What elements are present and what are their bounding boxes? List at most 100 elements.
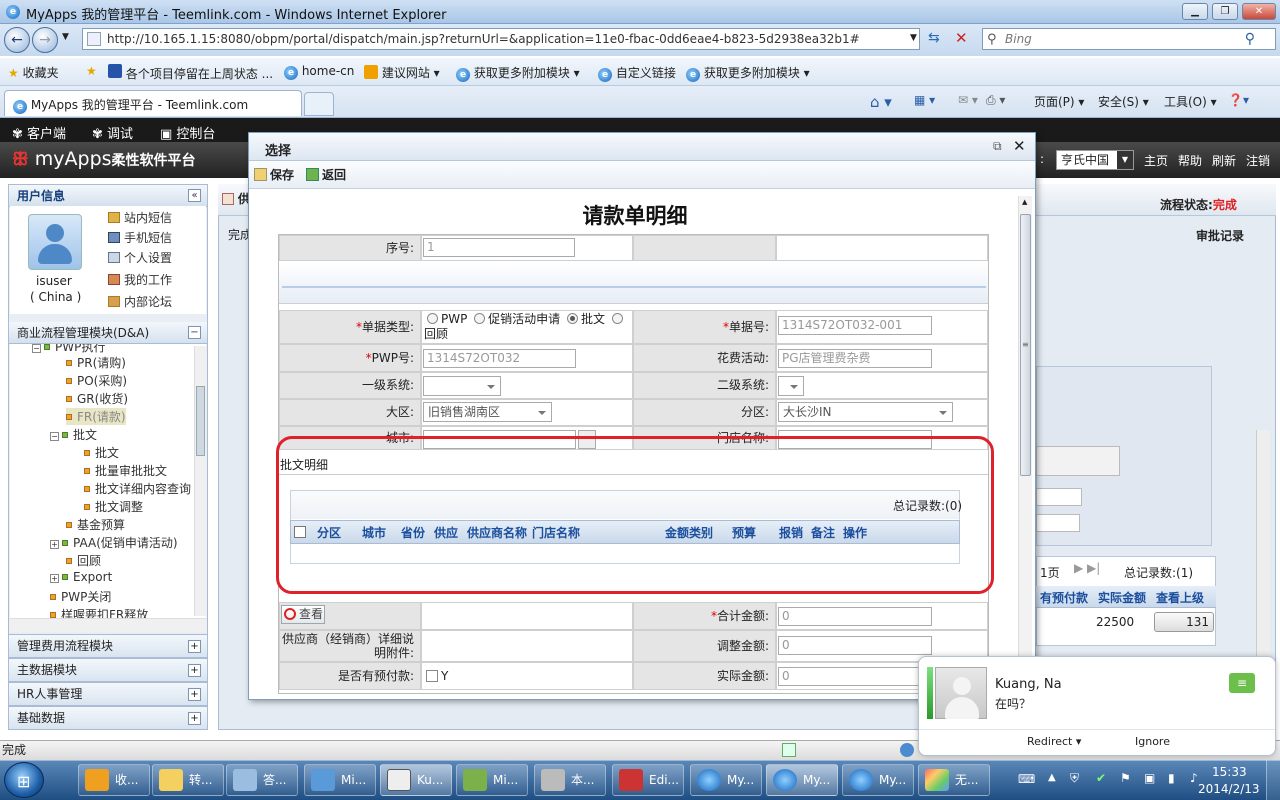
clock-time[interactable]: 15:33 [1212, 765, 1247, 779]
close-window-button[interactable]: ✕ [1242, 3, 1276, 20]
company-select[interactable]: 亨氏中国 ▼ [1056, 150, 1134, 170]
tree-node[interactable]: 批文详细内容查询 [84, 480, 191, 497]
link-forum[interactable]: 内部论坛 [108, 293, 172, 310]
expand-icon[interactable]: + [188, 664, 201, 677]
doc-no-input[interactable]: 1314S72OT032-001 [778, 316, 932, 335]
tree-node[interactable]: 批文调整 [84, 498, 143, 515]
ignore-button[interactable]: Ignore [1135, 735, 1170, 748]
adjust-input[interactable]: 0 [778, 636, 932, 655]
sys1-select[interactable] [423, 376, 501, 396]
radio-promo[interactable]: 促销活动申请 [471, 312, 560, 326]
favorite-link-home[interactable]: e home-cn [284, 64, 354, 80]
search-go-icon[interactable]: ⚲ [1245, 29, 1255, 49]
favorite-link-custom[interactable]: e 自定义链接 [598, 64, 676, 82]
bg-view-button[interactable]: 131 [1154, 612, 1214, 632]
link-my-work[interactable]: 我的工作 [108, 271, 172, 288]
tray-power-icon[interactable]: ▮ [1168, 771, 1175, 785]
tree-node[interactable]: PR(请购) [66, 354, 126, 371]
tree-node[interactable]: 批量审批批文 [84, 462, 167, 479]
tree-node[interactable]: 批文 [84, 444, 119, 461]
region-select[interactable]: 旧销售湖南区 [423, 402, 552, 422]
taskbar-item-ie2[interactable]: My... [766, 764, 838, 796]
address-bar[interactable]: http://10.165.1.15:8080/obpm/portal/disp… [82, 28, 920, 50]
module-master-data[interactable]: 主数据模块 + [8, 658, 208, 682]
browser-tab-active[interactable]: e MyApps 我的管理平台 - Teemlink.com [4, 90, 302, 116]
collapse-icon[interactable]: − [188, 326, 201, 339]
expand-icon[interactable]: + [188, 688, 201, 701]
back-button[interactable]: 返回 [306, 166, 346, 183]
tree-node[interactable]: 回顾 [66, 552, 101, 569]
tree-node[interactable]: PO(采购) [66, 372, 127, 389]
tree-node[interactable]: GR(收货) [66, 390, 128, 407]
header-link-refresh[interactable]: 刷新 [1212, 152, 1236, 169]
feeds-icon[interactable]: ▦ ▾ [914, 93, 935, 107]
favorite-link-addons[interactable]: e 获取更多附加模块 ▾ [456, 64, 580, 82]
menu-client[interactable]: ✾ 客户端 [12, 123, 66, 142]
tray-shield-icon[interactable]: ⛨ [1070, 771, 1079, 786]
add-favorite-icon[interactable]: ★ [86, 64, 97, 78]
district-select[interactable]: 大长沙IN [778, 402, 953, 422]
favorite-link-addons-2[interactable]: e 获取更多附加模块 ▾ [686, 64, 810, 82]
collapse-icon[interactable]: « [188, 189, 201, 202]
attachment-cell[interactable] [421, 630, 633, 662]
redirect-button[interactable]: Redirect ▾ [1027, 735, 1081, 748]
tree-node[interactable]: PWP关闭 [50, 588, 111, 605]
safety-menu[interactable]: 安全(S) ▾ [1098, 93, 1149, 110]
tree-node[interactable]: + Export [50, 570, 112, 584]
taskbar-item-ie1[interactable]: My... [690, 764, 762, 796]
radio-pwp[interactable]: PWP [424, 312, 467, 326]
help-icon[interactable]: ❓▾ [1228, 93, 1249, 107]
tray-check-icon[interactable]: ✔ [1096, 771, 1106, 785]
taskbar-item-ie3[interactable]: My... [842, 764, 914, 796]
main-tab[interactable]: 供 [222, 190, 250, 207]
sys2-select[interactable] [778, 376, 804, 396]
module-header-bpm[interactable]: 商业流程管理模块(D&A) − [9, 322, 207, 344]
taskbar-item-mail[interactable]: 转... [152, 764, 224, 796]
tree-hscrollbar[interactable] [10, 618, 206, 632]
tray-expand-icon[interactable]: ▲ [1048, 772, 1056, 783]
tree-scrollbar[interactable] [194, 346, 206, 616]
stop-icon[interactable]: ✕ [955, 29, 968, 47]
next-page-icon[interactable]: ▶ ▶| [1074, 561, 1100, 575]
show-desktop-button[interactable] [1266, 760, 1280, 800]
seq-input[interactable]: 1 [423, 238, 575, 257]
header-link-logout[interactable]: 注销 [1246, 152, 1270, 169]
taskbar-item-mi2[interactable]: Mi... [456, 764, 528, 796]
module-admin-expense[interactable]: 管理费用流程模块 + [8, 634, 208, 658]
expand-icon[interactable]: + [188, 712, 201, 725]
view-button[interactable]: 查看 [281, 605, 325, 624]
scroll-up-icon[interactable]: ▲ [1022, 198, 1027, 206]
history-dropdown-icon[interactable]: ▼ [62, 32, 69, 42]
pwp-input[interactable]: 1314S72OT032 [423, 349, 576, 368]
menu-debug[interactable]: ✾ 调试 [92, 123, 133, 142]
taskbar-item-answer[interactable]: 答... [226, 764, 298, 796]
close-icon[interactable]: ✕ [1013, 137, 1026, 155]
activity-input[interactable]: PG店管理费杂费 [778, 349, 932, 368]
bg-scrollbar[interactable] [1256, 430, 1270, 670]
tools-menu[interactable]: 工具(O) ▾ [1164, 93, 1217, 110]
tray-volume-icon[interactable]: ♪ [1190, 771, 1198, 785]
page-menu[interactable]: 页面(P) ▾ [1034, 93, 1084, 110]
menu-console[interactable]: ▣ 控制台 [160, 123, 215, 142]
tray-network-icon[interactable]: ⚑ [1120, 771, 1131, 785]
total-amount-input[interactable]: 0 [778, 607, 932, 626]
taskbar-item-local[interactable]: 本... [534, 764, 606, 796]
chat-icon[interactable]: ≡ [1229, 673, 1255, 693]
link-internal-message[interactable]: 站内短信 [108, 209, 172, 226]
back-icon[interactable]: ← [4, 27, 30, 53]
favorite-link-project[interactable]: 各个项目停留在上周状态 ... [108, 64, 273, 82]
taskbar-item-kuang[interactable]: Ku... [380, 764, 452, 796]
scroll-thumb[interactable] [196, 386, 205, 456]
header-link-home[interactable]: 主页 [1144, 152, 1168, 169]
link-sms[interactable]: 手机短信 [108, 229, 172, 246]
taskbar-item-outlook[interactable]: 收... [78, 764, 150, 796]
new-tab-button[interactable] [304, 92, 334, 116]
tray-keyboard-icon[interactable]: ⌨ [1018, 772, 1035, 786]
forward-icon[interactable]: → [32, 27, 58, 53]
tree-node[interactable]: − 批文 [50, 426, 97, 443]
start-button[interactable]: ⊞ [4, 762, 44, 798]
print-icon[interactable]: ⎙ ▾ [986, 93, 1005, 108]
taskbar-item-paint[interactable]: 无... [918, 764, 990, 796]
taskbar-item-editor[interactable]: Edi... [612, 764, 684, 796]
popout-icon[interactable]: ⧉ [993, 139, 1002, 154]
